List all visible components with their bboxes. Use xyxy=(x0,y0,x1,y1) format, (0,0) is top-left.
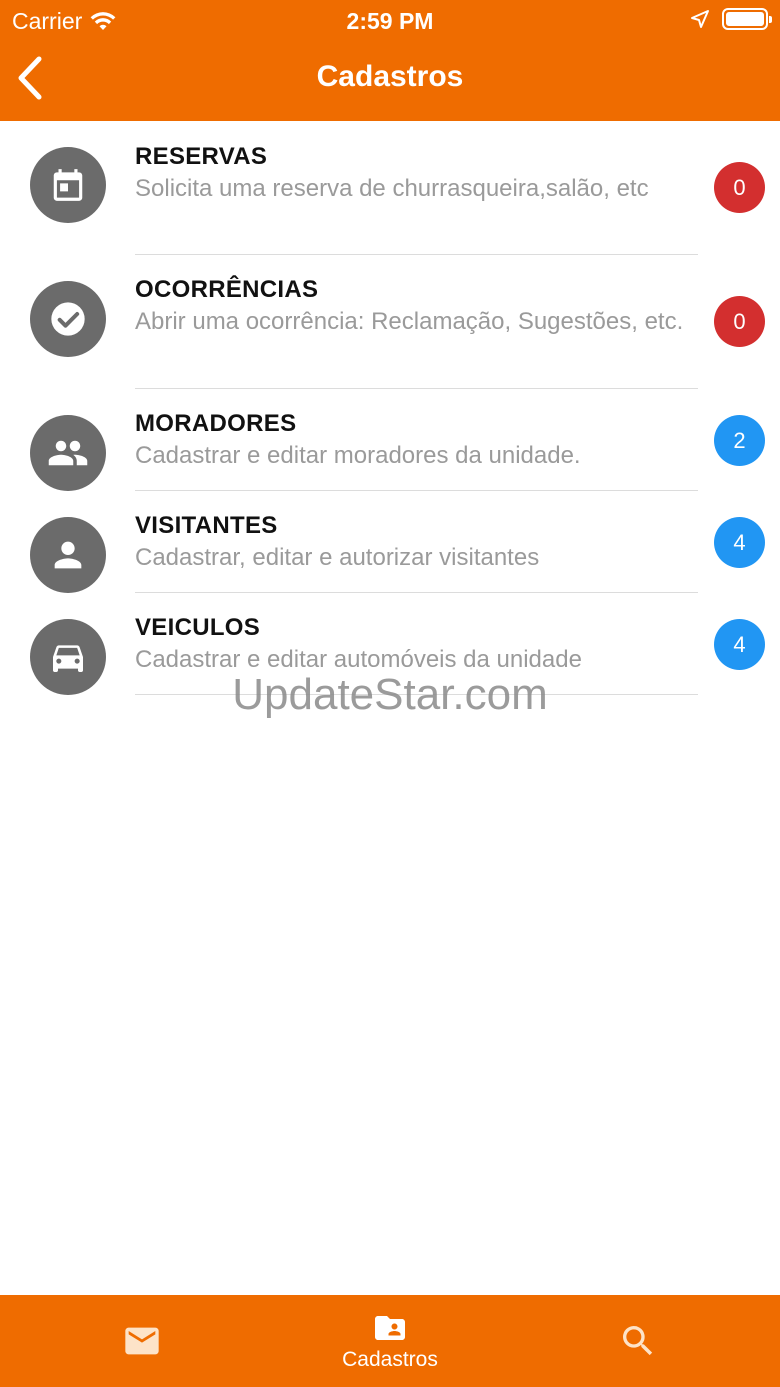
battery-icon xyxy=(722,8,772,30)
item-title: RESERVAS xyxy=(135,143,268,170)
list-item-moradores[interactable]: MORADORES Cadastrar e editar moradores d… xyxy=(0,389,780,491)
page-title: Cadastros xyxy=(316,60,464,93)
tab-search[interactable] xyxy=(508,1295,768,1387)
cadastros-list: RESERVAS Solicita uma reserva de churras… xyxy=(0,121,780,695)
status-right xyxy=(690,8,772,30)
list-item-ocorrencias[interactable]: OCORRÊNCIAS Abrir uma ocorrência: Reclam… xyxy=(0,255,780,389)
location-arrow-icon xyxy=(691,10,709,28)
item-description: Solicita uma reserva de churrasqueira,sa… xyxy=(135,175,649,202)
item-description: Abrir uma ocorrência: Reclamação, Sugest… xyxy=(135,308,684,335)
tab-bar: Cadastros xyxy=(0,1295,780,1387)
item-title: OCORRÊNCIAS xyxy=(135,276,319,303)
status-time: 2:59 PM xyxy=(346,8,434,34)
tab-cadastros[interactable]: Cadastros xyxy=(260,1295,520,1387)
search-icon xyxy=(623,1326,653,1356)
item-description: Cadastrar, editar e autorizar visitantes xyxy=(135,544,540,571)
item-description: Cadastrar e editar moradores da unidade. xyxy=(135,442,581,469)
tab-label: Cadastros xyxy=(342,1348,438,1371)
nav-bar: Cadastros xyxy=(0,40,780,121)
list-item-reservas[interactable]: RESERVAS Solicita uma reserva de churras… xyxy=(0,121,780,255)
list-item-visitantes[interactable]: VISITANTES Cadastrar, editar e autorizar… xyxy=(0,491,780,593)
count-badge: 2 xyxy=(714,415,765,466)
item-text: VISITANTES Cadastrar, editar e autorizar… xyxy=(135,512,695,574)
count-badge: 0 xyxy=(714,162,765,213)
people-icon xyxy=(30,415,106,491)
mail-icon xyxy=(125,1327,159,1355)
folder-person-icon xyxy=(375,1316,405,1340)
item-text: MORADORES Cadastrar e editar moradores d… xyxy=(135,410,695,472)
app-header: Carrier 2:59 PM Cadastros xyxy=(0,0,780,121)
count-badge: 0 xyxy=(714,296,765,347)
person-icon xyxy=(30,517,106,593)
count-badge: 4 xyxy=(714,517,765,568)
item-title: VISITANTES xyxy=(135,512,278,539)
check-circle-icon xyxy=(30,281,106,357)
item-title: MORADORES xyxy=(135,410,297,437)
status-bar: Carrier 2:59 PM xyxy=(0,0,780,40)
item-text: RESERVAS Solicita uma reserva de churras… xyxy=(135,143,695,205)
watermark-text: UpdateStar.com xyxy=(232,670,548,719)
item-title: VEICULOS xyxy=(135,614,261,641)
tab-messages[interactable] xyxy=(12,1295,272,1387)
count-badge: 4 xyxy=(714,619,765,670)
item-text: VEICULOS Cadastrar e editar automóveis d… xyxy=(135,614,695,676)
calendar-icon xyxy=(30,147,106,223)
item-text: OCORRÊNCIAS Abrir uma ocorrência: Reclam… xyxy=(135,276,695,338)
